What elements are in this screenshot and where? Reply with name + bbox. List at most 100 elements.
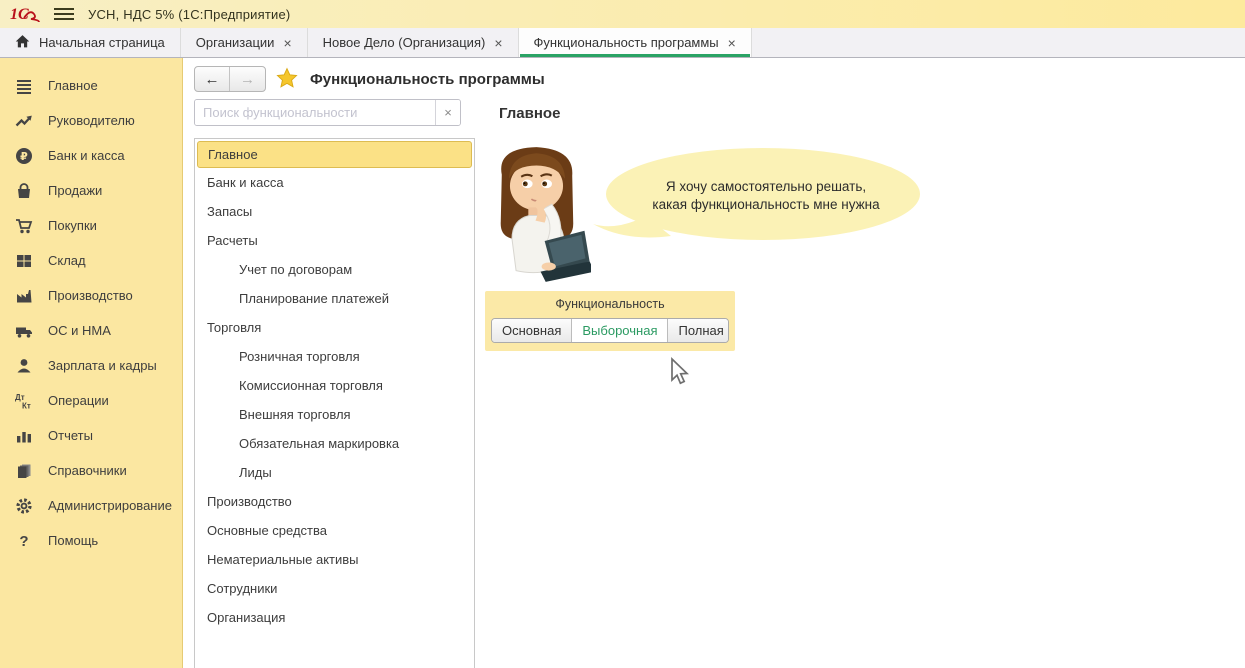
sidebar-item-bank-kassa[interactable]: ₽ Банк и касса (0, 138, 182, 173)
mouse-cursor (667, 357, 689, 390)
list-item[interactable]: Организация (195, 603, 474, 632)
forward-button[interactable]: → (230, 67, 265, 91)
factory-icon (13, 287, 35, 305)
close-icon[interactable]: × (728, 36, 736, 50)
sidebar-item-label: Главное (48, 78, 98, 93)
sidebar-item-glavnoe[interactable]: Главное (0, 68, 182, 103)
cart-icon (13, 217, 35, 235)
page-title: Функциональность программы (310, 71, 545, 88)
search-input[interactable] (195, 100, 435, 125)
tab-functionality[interactable]: Функциональность программы × (519, 28, 752, 57)
tab-label: Новое Дело (Организация) (323, 35, 486, 50)
list-item[interactable]: Обязательная маркировка (195, 429, 474, 458)
option-polnaya[interactable]: Полная (668, 319, 729, 342)
sidebar-item-operacii[interactable]: ДтКт Операции (0, 383, 182, 418)
sidebar-item-pokupki[interactable]: Покупки (0, 208, 182, 243)
sidebar-item-zarplata-kadry[interactable]: Зарплата и кадры (0, 348, 182, 383)
tab-label: Функциональность программы (534, 35, 719, 50)
svg-text:?: ? (19, 533, 28, 550)
list-item[interactable]: Расчеты (195, 226, 474, 255)
functionality-selector: Функциональность Основная Выборочная Пол… (485, 291, 735, 351)
back-button[interactable]: ← (195, 67, 230, 91)
favorite-star-icon[interactable] (276, 67, 298, 92)
grid-icon (13, 252, 35, 270)
section-heading: Главное (499, 105, 560, 122)
bubble-line-1: Я хочу самостоятельно решать, (621, 178, 911, 196)
option-vyborochnaya[interactable]: Выборочная (572, 319, 668, 342)
1c-logo-icon: 1С (10, 5, 40, 23)
list-item[interactable]: Учет по договорам (195, 255, 474, 284)
list-item[interactable]: Производство (195, 487, 474, 516)
sidebar-item-label: Производство (48, 288, 133, 303)
list-item[interactable]: Нематериальные активы (195, 545, 474, 574)
window-title: УСН, НДС 5% (1С:Предприятие) (88, 7, 290, 22)
sidebar-item-administrirovanie[interactable]: Администрирование (0, 488, 182, 523)
list-item[interactable]: Внешняя торговля (195, 400, 474, 429)
sidebar-item-label: Зарплата и кадры (48, 358, 157, 373)
sidebar-item-label: ОС и НМА (48, 323, 111, 338)
window-titlebar: 1С УСН, НДС 5% (1С:Предприятие) (0, 0, 1245, 28)
list-item[interactable]: Торговля (195, 313, 474, 342)
sidebar-item-label: Банк и касса (48, 148, 125, 163)
list-item[interactable]: Планирование платежей (195, 284, 474, 313)
sidebar-item-label: Справочники (48, 463, 127, 478)
sidebar-item-pomosch[interactable]: ? Помощь (0, 523, 182, 558)
sidebar-item-proizvodstvo[interactable]: Производство (0, 278, 182, 313)
svg-text:Кт: Кт (22, 401, 31, 410)
tab-label: Организации (196, 35, 275, 50)
sidebar-item-label: Помощь (48, 533, 98, 548)
list-item[interactable]: Запасы (195, 197, 474, 226)
functionality-nav-panel: Главное Банк и касса Запасы Расчеты Учет… (194, 138, 475, 668)
tab-home[interactable]: Начальная страница (0, 28, 181, 57)
sidebar-item-label: Покупки (48, 218, 97, 233)
history-nav: ← → (194, 66, 266, 92)
sidebar-item-label: Отчеты (48, 428, 93, 443)
sidebar-item-label: Склад (48, 253, 86, 268)
list-item[interactable]: Лиды (195, 458, 474, 487)
home-icon (15, 34, 30, 52)
list-item[interactable]: Банк и касса (195, 168, 474, 197)
option-osnovnaya[interactable]: Основная (492, 319, 572, 342)
ruble-circle-icon: ₽ (13, 147, 35, 165)
tab-organizations[interactable]: Организации × (181, 28, 308, 57)
sidebar-item-spravochniki[interactable]: Справочники (0, 453, 182, 488)
tab-novoe-delo[interactable]: Новое Дело (Организация) × (308, 28, 519, 57)
bag-icon (13, 182, 35, 200)
search-clear-icon[interactable]: × (435, 100, 460, 125)
sidebar-item-prodazhi[interactable]: Продажи (0, 173, 182, 208)
close-icon[interactable]: × (494, 36, 502, 50)
sidebar-item-otchety[interactable]: Отчеты (0, 418, 182, 453)
sidebar-item-os-nma[interactable]: ОС и НМА (0, 313, 182, 348)
close-icon[interactable]: × (283, 36, 291, 50)
bar-chart-icon (13, 427, 35, 445)
list-item[interactable]: Главное (197, 141, 472, 168)
list-item[interactable]: Сотрудники (195, 574, 474, 603)
help-icon: ? (13, 532, 35, 550)
sidebar-item-sklad[interactable]: Склад (0, 243, 182, 278)
assistant-character-image (483, 142, 591, 293)
list-item[interactable]: Основные средства (195, 516, 474, 545)
truck-icon (13, 322, 35, 340)
sidebar: Главное Руководителю ₽ Банк и касса Прод… (0, 58, 183, 668)
gear-icon (13, 497, 35, 515)
list-item[interactable]: Комиссионная торговля (195, 371, 474, 400)
tab-label: Начальная страница (39, 35, 165, 50)
sidebar-item-label: Администрирование (48, 498, 172, 513)
sidebar-item-rukovoditelyu[interactable]: Руководителю (0, 103, 182, 138)
main-menu-icon[interactable] (54, 8, 74, 20)
tab-bar: Начальная страница Организации × Новое Д… (0, 28, 1245, 58)
person-icon (13, 357, 35, 375)
books-icon (13, 462, 35, 480)
bubble-line-2: какая функциональность мне нужна (621, 196, 911, 214)
search-box: × (194, 99, 461, 126)
functionality-label: Функциональность (485, 297, 735, 311)
sidebar-item-label: Продажи (48, 183, 102, 198)
sidebar-item-label: Операции (48, 393, 109, 408)
dtkt-icon: ДтКт (13, 392, 35, 410)
speech-bubble: Я хочу самостоятельно решать, какая функ… (591, 146, 921, 246)
menu-icon (13, 77, 35, 95)
list-item[interactable]: Розничная торговля (195, 342, 474, 371)
svg-text:₽: ₽ (20, 150, 28, 163)
sidebar-item-label: Руководителю (48, 113, 135, 128)
trend-icon (13, 112, 35, 130)
